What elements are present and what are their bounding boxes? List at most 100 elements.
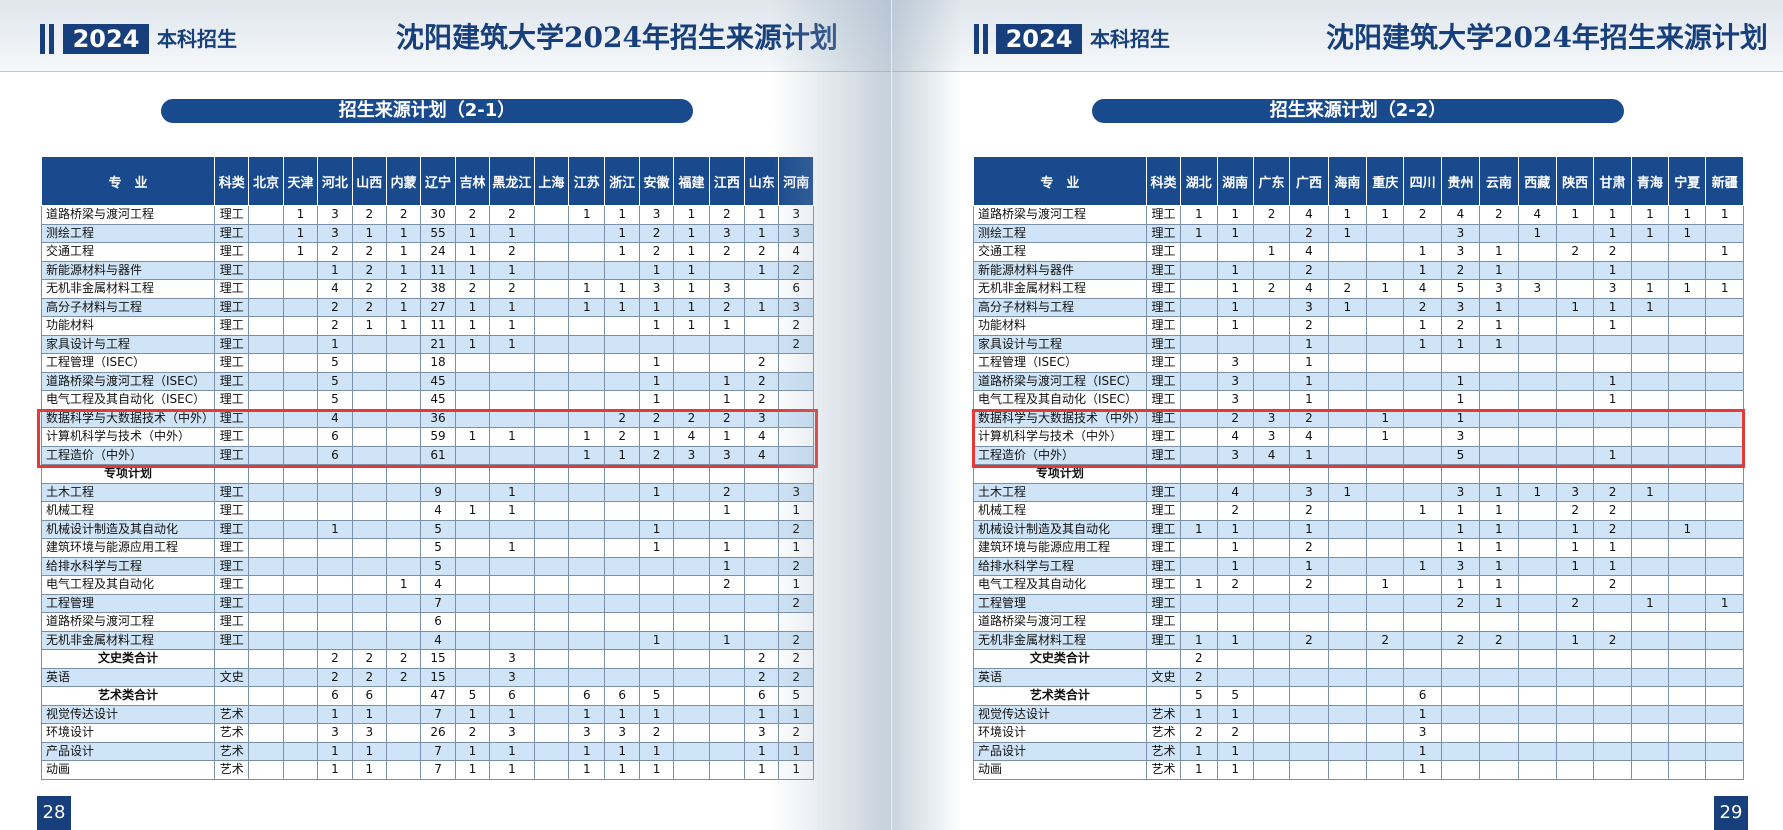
quota-cell: [317, 538, 353, 558]
quota-cell: [1593, 723, 1632, 743]
category-cell: 理工: [1145, 353, 1182, 373]
quota-cell: [1252, 334, 1291, 354]
quota-cell: 15: [420, 667, 456, 687]
quota-cell: 2: [778, 316, 814, 336]
table-row: 机械工程 理工 2 2 1 1 1 2 2: [973, 501, 1744, 521]
quota-cell: 1: [708, 390, 746, 410]
quota-cell: [1366, 760, 1405, 780]
table-row: 家具设计与工程 理工 1 1 1 1: [973, 334, 1744, 354]
quota-cell: 1: [1289, 334, 1329, 354]
quota-cell: [673, 704, 710, 724]
quota-cell: 2: [708, 205, 746, 225]
major-cell: 无机非金属材料工程: [40, 630, 216, 650]
quota-cell: 1: [673, 223, 710, 243]
quota-cell: [1705, 501, 1744, 521]
quota-cell: [1252, 723, 1291, 743]
quota-cell: [533, 575, 570, 595]
quota-cell: 1: [385, 242, 422, 262]
quota-cell: [1289, 704, 1329, 724]
quota-cell: 1: [604, 704, 640, 724]
quota-cell: 2: [1440, 316, 1481, 336]
quota-cell: 3: [351, 723, 387, 743]
quota-cell: [708, 741, 746, 761]
major-cell: 道路桥梁与渡河工程: [973, 612, 1147, 632]
quota-cell: [568, 242, 606, 262]
quota-cell: [1630, 538, 1670, 558]
quota-cell: 15: [420, 649, 456, 669]
quota-cell: [1366, 741, 1405, 761]
table-row: 新能源材料与器件 理工 1 2 1 11 1 1 1 1 1 2: [40, 260, 814, 280]
quota-cell: [1517, 390, 1557, 410]
quota-cell: [533, 297, 570, 317]
quota-cell: 1: [1555, 297, 1595, 317]
major-cell: 交通工程: [973, 242, 1147, 262]
quota-cell: 1: [1216, 316, 1254, 336]
quota-cell: 2: [778, 649, 814, 669]
quota-cell: [1705, 630, 1744, 650]
quota-cell: 1: [708, 501, 746, 521]
quota-cell: 2: [744, 242, 780, 262]
quota-cell: [673, 482, 710, 502]
quota-cell: 1: [1216, 519, 1254, 539]
major-cell: 工程管理（ISEC）: [973, 353, 1147, 373]
quota-cell: [673, 538, 710, 558]
quota-cell: 2: [317, 649, 353, 669]
column-header-province: 辽宁: [420, 156, 456, 206]
quota-cell: [454, 556, 491, 576]
quota-cell: [1366, 297, 1405, 317]
quota-cell: 2: [638, 223, 675, 243]
column-header-province: 四川: [1403, 156, 1442, 206]
category-cell: 理工: [214, 556, 250, 576]
quota-cell: 1: [385, 297, 422, 317]
quota-cell: [1555, 316, 1595, 336]
quota-cell: [673, 741, 710, 761]
quota-cell: 1: [1479, 242, 1519, 262]
table-row: 机械设计制造及其自动化 理工 1 5 1 2: [40, 519, 814, 539]
header-bars-icon: [974, 24, 988, 54]
quota-cell: [604, 649, 640, 669]
quota-cell: [1555, 390, 1595, 410]
quota-cell: [385, 760, 422, 780]
quota-cell: [638, 667, 675, 687]
section-banner: 招生来源计划（2-2）: [1092, 99, 1624, 123]
quota-cell: [1630, 667, 1670, 687]
quota-cell: [248, 575, 284, 595]
major-cell: 给排水科学与工程: [40, 556, 216, 576]
quota-cell: 1: [1479, 482, 1519, 502]
quota-cell: [1327, 390, 1368, 410]
quota-cell: [568, 649, 606, 669]
quota-cell: 2: [317, 242, 353, 262]
quota-cell: [454, 371, 491, 391]
header-label: 本科招生: [157, 27, 237, 51]
quota-cell: [1403, 667, 1442, 687]
quota-cell: 1: [604, 279, 640, 299]
quota-cell: 5: [1440, 279, 1481, 299]
quota-cell: [385, 334, 422, 354]
major-cell: 家具设计与工程: [40, 334, 216, 354]
quota-cell: 2: [385, 649, 422, 669]
quota-cell: 1: [673, 205, 710, 225]
quota-cell: 6: [568, 686, 606, 706]
category-cell: 理工: [1145, 371, 1182, 391]
quota-cell: [248, 649, 284, 669]
quota-cell: [1327, 334, 1368, 354]
quota-cell: 1: [1216, 297, 1254, 317]
quota-cell: [1630, 612, 1670, 632]
quota-cell: 1: [1630, 482, 1670, 502]
quota-cell: [1180, 260, 1218, 280]
quota-cell: [282, 741, 319, 761]
column-header-province: 宁夏: [1668, 156, 1707, 206]
quota-cell: [568, 223, 606, 243]
quota-cell: [1630, 686, 1670, 706]
quota-cell: [1517, 538, 1557, 558]
quota-cell: [1252, 482, 1291, 502]
quota-cell: 3: [778, 205, 814, 225]
quota-cell: [1440, 741, 1481, 761]
quota-cell: 2: [1289, 260, 1329, 280]
quota-cell: [1668, 704, 1707, 724]
column-header-province: 海南: [1327, 156, 1368, 206]
quota-cell: [1517, 260, 1557, 280]
quota-cell: 2: [1593, 575, 1632, 595]
quota-cell: 1: [1327, 297, 1368, 317]
quota-cell: [351, 630, 387, 650]
